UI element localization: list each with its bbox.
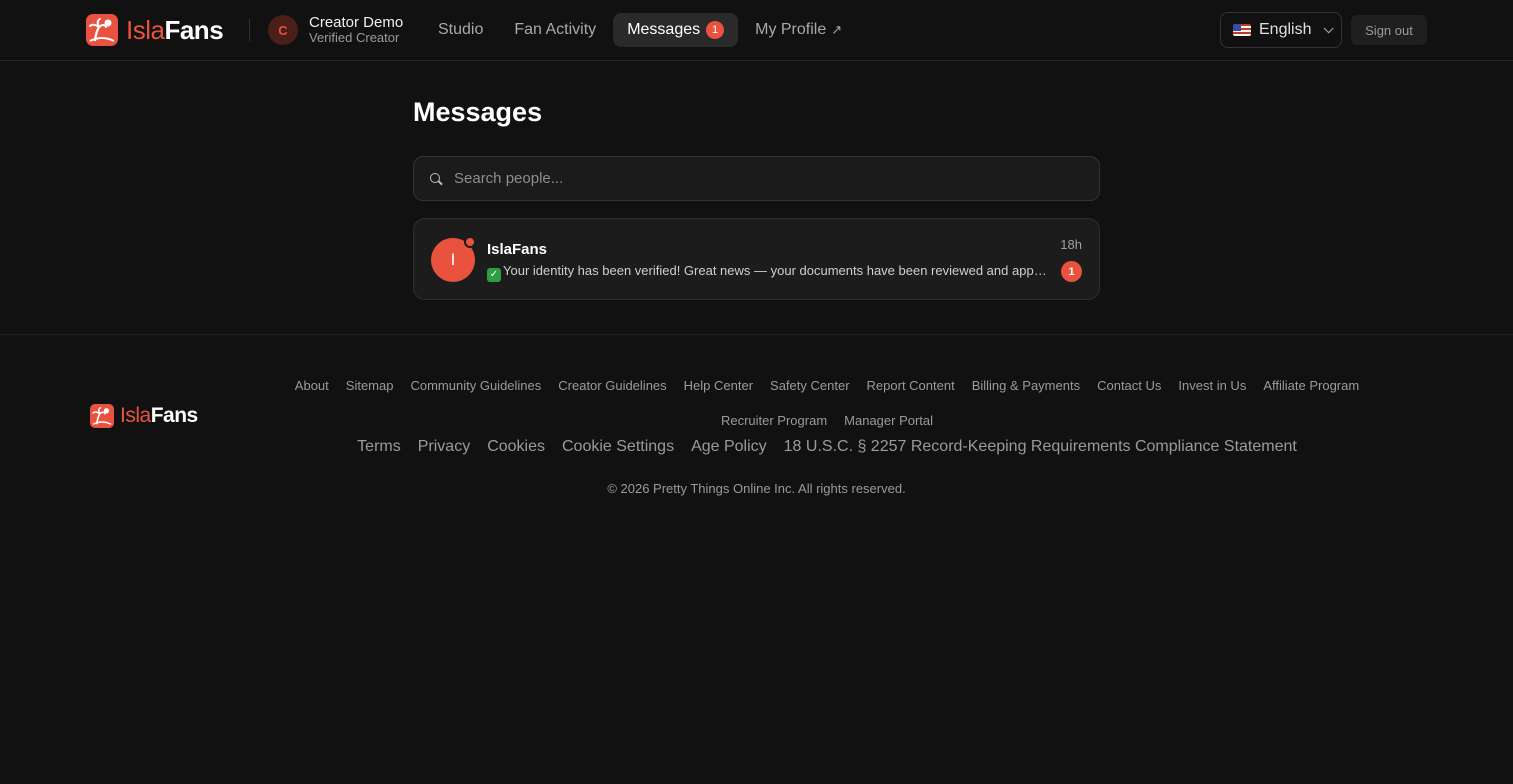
footer-link-help-center[interactable]: Help Center bbox=[684, 378, 753, 395]
footer-link-invest-in-us[interactable]: Invest in Us bbox=[1178, 378, 1246, 395]
footer-logo-isla: Isla bbox=[120, 404, 151, 427]
footer-link-about[interactable]: About bbox=[295, 378, 329, 395]
footer-link-manager-portal[interactable]: Manager Portal bbox=[844, 413, 933, 430]
nav-fan-activity-label: Fan Activity bbox=[514, 21, 597, 38]
footer-link-community-guidelines[interactable]: Community Guidelines bbox=[410, 378, 541, 395]
creator-identity[interactable]: C Creator Demo Verified Creator bbox=[268, 15, 403, 45]
copyright-text: © 2026 Pretty Things Online Inc. All rig… bbox=[607, 481, 906, 496]
creator-name: Creator Demo bbox=[309, 14, 404, 31]
conversation-item[interactable]: I IslaFans 18h ✓ Your identity has been v… bbox=[413, 218, 1100, 300]
page-title: Messages bbox=[413, 97, 543, 127]
nav-studio-label: Studio bbox=[438, 21, 484, 38]
nav-my-profile[interactable]: My Profile ↗ bbox=[741, 13, 856, 47]
footer-link-affiliate-program[interactable]: Affiliate Program bbox=[1263, 378, 1359, 395]
language-label: English bbox=[1259, 21, 1312, 38]
creator-avatar: C bbox=[268, 15, 298, 45]
logo-text-isla: Isla bbox=[126, 15, 165, 45]
online-status-dot bbox=[464, 236, 476, 248]
external-link-icon: ↗ bbox=[831, 22, 843, 37]
nav-my-profile-label: My Profile bbox=[755, 21, 827, 38]
footer-palm-tree-logo-icon bbox=[90, 404, 114, 428]
footer-divider bbox=[0, 334, 1513, 335]
chevron-down-icon bbox=[1324, 22, 1335, 33]
footer-link-terms[interactable]: Terms bbox=[357, 438, 401, 456]
footer-link-sitemap[interactable]: Sitemap bbox=[346, 378, 394, 395]
footer-logo[interactable]: IslaFans bbox=[90, 404, 198, 428]
creator-role: Verified Creator bbox=[309, 30, 400, 45]
footer-link-privacy[interactable]: Privacy bbox=[418, 438, 470, 456]
footer-link-contact-us[interactable]: Contact Us bbox=[1097, 378, 1161, 395]
top-navigation-bar: IslaFans C Creator Demo Verified Creator… bbox=[0, 0, 1513, 61]
nav-messages[interactable]: Messages 1 bbox=[613, 13, 739, 47]
footer-links: About Sitemap Community Guidelines Creat… bbox=[272, 378, 1382, 430]
footer-link-age-policy[interactable]: Age Policy bbox=[691, 438, 767, 456]
footer-link-creator-guidelines[interactable]: Creator Guidelines bbox=[558, 378, 666, 395]
footer-link-2257-statement[interactable]: 18 U.S.C. § 2257 Record-Keeping Requirem… bbox=[784, 438, 1297, 456]
conversation-preview: ✓ Your identity has been verified! Great … bbox=[487, 263, 1047, 282]
green-check-icon: ✓ bbox=[487, 268, 501, 282]
footer-link-cookies[interactable]: Cookies bbox=[487, 438, 545, 456]
conversation-unread-badge: 1 bbox=[1061, 261, 1082, 282]
nav-fan-activity[interactable]: Fan Activity bbox=[500, 13, 610, 47]
logo-text-fans: Fans bbox=[164, 15, 224, 45]
conversation-name: IslaFans bbox=[487, 241, 548, 258]
nav-studio[interactable]: Studio bbox=[424, 13, 497, 47]
sign-out-button[interactable]: Sign out bbox=[1351, 15, 1427, 45]
conversation-preview-text: Your identity has been verified! Great n… bbox=[503, 263, 1047, 278]
language-selector[interactable]: English bbox=[1220, 12, 1342, 48]
footer-legal-links: Terms Privacy Cookies Cookie Settings Ag… bbox=[272, 438, 1382, 456]
search-people-field bbox=[413, 156, 1100, 201]
search-icon bbox=[430, 172, 442, 185]
islafans-logo[interactable]: IslaFans bbox=[86, 14, 224, 46]
footer-link-cookie-settings[interactable]: Cookie Settings bbox=[562, 438, 674, 456]
palm-tree-logo-icon bbox=[86, 14, 118, 46]
messages-unread-badge: 1 bbox=[706, 21, 725, 39]
footer-link-safety-center[interactable]: Safety Center bbox=[770, 378, 850, 395]
search-people-input[interactable] bbox=[454, 170, 1099, 187]
main-nav: Studio Fan Activity Messages 1 My Profil… bbox=[424, 13, 859, 47]
us-flag-icon bbox=[1233, 24, 1251, 36]
header-divider bbox=[249, 19, 250, 41]
conversation-time: 18h bbox=[1060, 237, 1082, 252]
footer-link-recruiter-program[interactable]: Recruiter Program bbox=[721, 413, 827, 430]
nav-messages-label: Messages bbox=[627, 21, 701, 38]
footer-link-report-content[interactable]: Report Content bbox=[867, 378, 955, 395]
footer-link-billing-payments[interactable]: Billing & Payments bbox=[972, 378, 1080, 395]
footer-logo-fans: Fans bbox=[150, 404, 199, 427]
